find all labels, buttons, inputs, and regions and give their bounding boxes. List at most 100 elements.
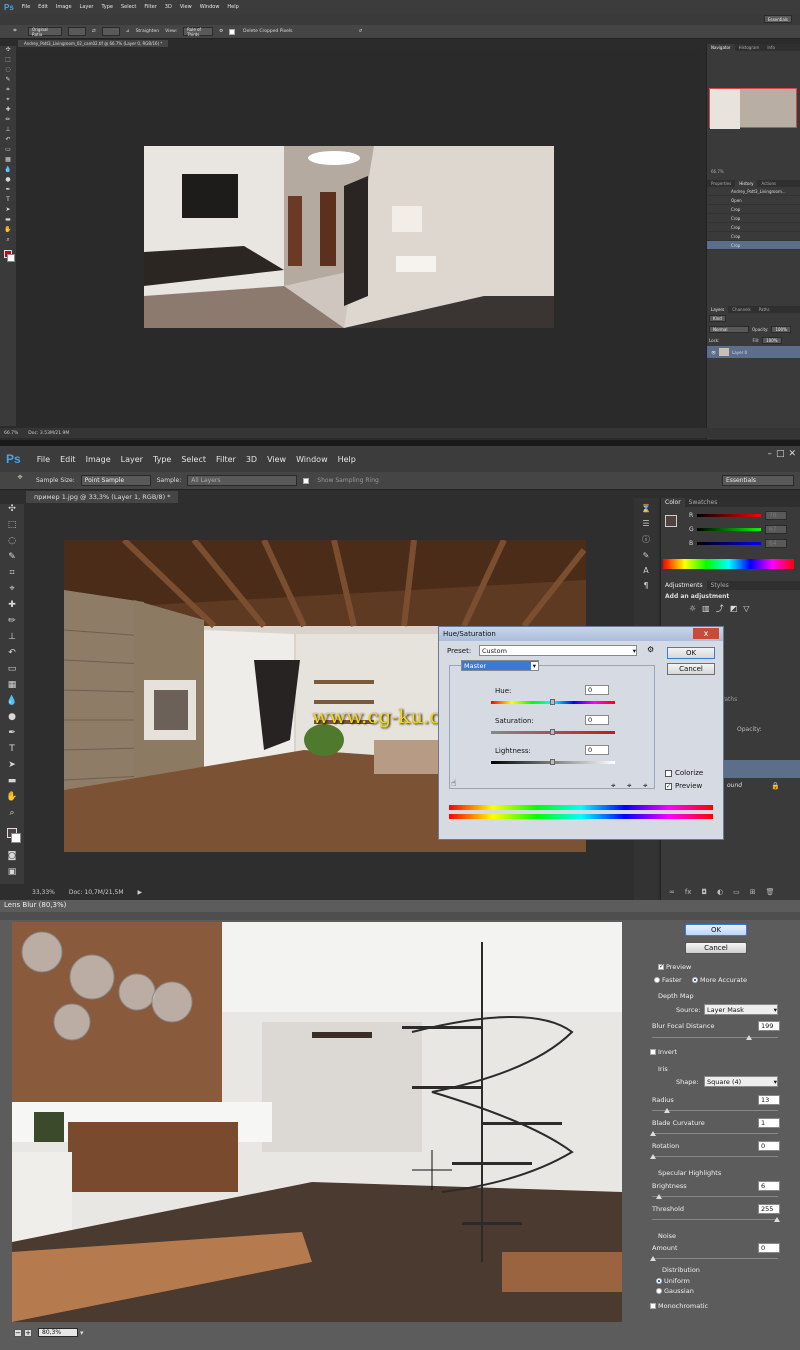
pen-tool-icon[interactable]: ✒	[1, 186, 15, 196]
amount-thumb[interactable]	[650, 1256, 656, 1261]
hue-slider-thumb[interactable]	[550, 699, 555, 705]
ok-button[interactable]: OK	[667, 647, 715, 659]
menu-image[interactable]: Image	[56, 4, 72, 10]
brush-tool-icon[interactable]: ✏	[2, 616, 22, 632]
settings-gear-icon[interactable]: ⚙	[219, 29, 223, 34]
foreground-swatch[interactable]	[665, 515, 677, 527]
workspace-switcher[interactable]: Essentials	[763, 15, 792, 23]
type-tool-icon[interactable]: T	[2, 744, 22, 760]
blur-tool-icon[interactable]: 💧	[2, 696, 22, 712]
g-value[interactable]: 67	[765, 525, 787, 534]
maximize-icon[interactable]: □	[776, 449, 785, 459]
channel-select[interactable]: Master ▾	[461, 660, 539, 671]
stamp-tool-icon[interactable]: ⊥	[1, 126, 15, 136]
move-tool-icon[interactable]: ✣	[1, 46, 15, 56]
ratio-select[interactable]: Original Ratio	[28, 27, 62, 37]
pen-tool-icon[interactable]: ✒	[2, 728, 22, 744]
workspace-switcher[interactable]: Essentials	[722, 475, 794, 486]
history-item[interactable]: Crop	[707, 214, 800, 223]
zoom-status[interactable]: 33,33%	[32, 889, 55, 896]
canvas-image[interactable]	[144, 146, 554, 328]
fill-field[interactable]: 100%	[762, 337, 782, 344]
crop-tool-icon[interactable]: ⌗	[2, 568, 22, 584]
menu-type[interactable]: Type	[153, 455, 171, 464]
zoom-tool-icon[interactable]: ⌕	[1, 236, 15, 246]
color-ramp[interactable]	[663, 559, 794, 569]
hand-tool-icon[interactable]: ✋	[2, 792, 22, 808]
tab-info[interactable]: Info	[763, 44, 779, 51]
colorize-checkbox[interactable]	[665, 769, 672, 777]
threshold-thumb[interactable]	[774, 1217, 780, 1222]
blade-curvature-field[interactable]: 1	[758, 1118, 780, 1128]
path-select-icon[interactable]: ➤	[1, 206, 15, 216]
close-icon[interactable]: ✕	[788, 449, 796, 459]
shape-tool-icon[interactable]: ▬	[2, 776, 22, 792]
type-tool-icon[interactable]: T	[1, 196, 15, 206]
stamp-tool-icon[interactable]: ⊥	[2, 632, 22, 648]
tab-histogram[interactable]: Histogram	[735, 44, 764, 51]
radius-thumb[interactable]	[664, 1108, 670, 1113]
g-slider[interactable]	[697, 528, 761, 531]
menu-edit[interactable]: Edit	[38, 4, 48, 10]
tab-layers[interactable]: Layers	[707, 306, 729, 313]
tab-swatches[interactable]: Swatches	[685, 498, 722, 507]
status-arrow-icon[interactable]: ▶	[138, 889, 143, 896]
vibrance-adjust-icon[interactable]: ▽	[743, 604, 749, 613]
menu-help[interactable]: Help	[227, 4, 238, 10]
eyedropper-minus-icon[interactable]: ⌖	[643, 781, 648, 791]
history-item-selected[interactable]: Crop	[707, 241, 800, 250]
quick-mask-icon[interactable]: ◙	[2, 851, 22, 867]
invert-checkbox[interactable]	[650, 1049, 656, 1055]
menu-3d[interactable]: 3D	[246, 455, 257, 464]
healing-tool-icon[interactable]: ✚	[2, 600, 22, 616]
view-overlay-select[interactable]: Rule of Thirds	[183, 27, 214, 37]
ok-button[interactable]: OK	[685, 924, 747, 936]
brush-tool-icon[interactable]: ✏	[1, 116, 15, 126]
menu-window[interactable]: Window	[296, 455, 328, 464]
tab-channels[interactable]: Channels	[728, 306, 755, 313]
sample-size-select[interactable]: Point Sample	[80, 475, 151, 486]
radius-field[interactable]: 13	[758, 1095, 780, 1105]
brightness-adjust-icon[interactable]: ☼	[689, 604, 696, 613]
zoom-in-button[interactable]: +	[24, 1328, 32, 1337]
background-layer-name[interactable]: ound	[727, 782, 742, 789]
navigator-thumbnail[interactable]	[709, 88, 797, 129]
zoom-field[interactable]: 80,3%	[38, 1328, 78, 1337]
source-select[interactable]: Layer Mask ▾	[704, 1004, 778, 1015]
levels-adjust-icon[interactable]: ▥	[702, 604, 710, 613]
blade-curvature-slider[interactable]	[652, 1133, 778, 1134]
eraser-tool-icon[interactable]: ▭	[2, 664, 22, 680]
menu-file[interactable]: File	[22, 4, 30, 10]
saturation-slider-thumb[interactable]	[550, 729, 555, 735]
more-accurate-radio[interactable]	[692, 977, 698, 983]
menu-filter[interactable]: Filter	[144, 4, 156, 10]
swap-icon[interactable]: ⇄	[92, 29, 96, 34]
menu-layer[interactable]: Layer	[121, 455, 143, 464]
amount-slider[interactable]	[652, 1258, 778, 1259]
eyedropper-plus-icon[interactable]: ⌖	[627, 781, 632, 791]
targeted-adjust-hand-icon[interactable]: ☝	[451, 779, 456, 789]
tab-history[interactable]: History	[735, 180, 758, 187]
eyedropper-tool-icon-2[interactable]: ⌖	[2, 584, 22, 600]
history-item[interactable]: Crop	[707, 205, 800, 214]
menu-file[interactable]: File	[37, 455, 50, 464]
gradient-tool-icon[interactable]: ▦	[2, 680, 22, 696]
history-panel-icon[interactable]: ⌛	[641, 504, 651, 513]
layer-filter-select[interactable]: Kind	[709, 315, 726, 322]
blade-curvature-thumb[interactable]	[650, 1131, 656, 1136]
minimize-icon[interactable]: –	[767, 449, 772, 459]
crop-tool-icon[interactable]: ⌗	[8, 27, 22, 37]
lightness-slider-thumb[interactable]	[550, 759, 555, 765]
quick-select-tool-icon[interactable]: ✎	[1, 76, 15, 86]
menu-window[interactable]: Window	[200, 4, 220, 10]
healing-tool-icon[interactable]: ✚	[1, 106, 15, 116]
menu-image[interactable]: Image	[86, 455, 111, 464]
brush-panel-icon[interactable]: ✎	[643, 551, 650, 560]
preview-checkbox[interactable]	[658, 963, 664, 970]
preview-checkbox[interactable]	[665, 782, 672, 790]
history-brush-icon[interactable]: ↶	[2, 648, 22, 664]
properties-panel-icon[interactable]: ☰	[642, 519, 649, 528]
radius-slider[interactable]	[652, 1110, 778, 1111]
ratio-width-field[interactable]	[68, 27, 86, 36]
brightness-slider[interactable]	[652, 1196, 778, 1197]
